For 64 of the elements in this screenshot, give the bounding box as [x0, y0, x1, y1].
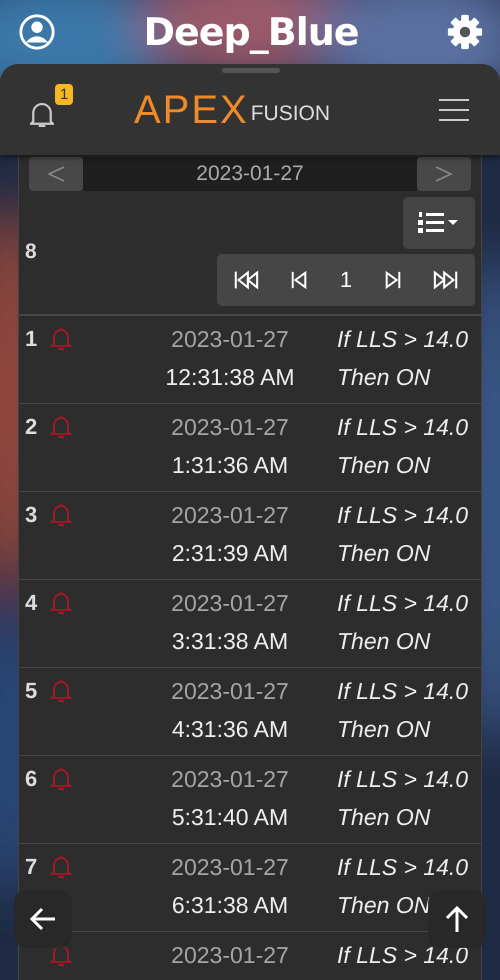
sort-dropdown-button[interactable]: [403, 197, 475, 249]
action-text: Then ON: [337, 715, 430, 744]
action-text: Then ON: [337, 451, 430, 480]
menu-icon[interactable]: [438, 98, 470, 122]
log-date: 2023-01-27: [171, 941, 289, 970]
condition-text: If LLS > 14.0: [337, 941, 468, 970]
log-date: 2023-01-27: [171, 765, 289, 794]
log-time: 12:31:38 AM: [165, 363, 295, 392]
back-button[interactable]: [14, 890, 72, 948]
bell-icon: [49, 678, 73, 704]
logo-subtext: FUSION: [250, 102, 330, 126]
page-number: 1: [340, 267, 352, 293]
log-time: 1:31:36 AM: [172, 451, 288, 480]
date-field[interactable]: 2023-01-27: [83, 157, 417, 191]
row-number: 5: [25, 677, 38, 705]
log-date: 2023-01-27: [171, 677, 289, 706]
log-time: 5:31:40 AM: [172, 803, 288, 832]
log-date: 2023-01-27: [171, 853, 289, 882]
bell-icon: [49, 854, 73, 880]
last-page-icon[interactable]: [433, 269, 460, 291]
bell-icon: [49, 414, 73, 440]
log-date: 2023-01-27: [171, 589, 289, 618]
bell-icon: [49, 502, 73, 528]
condition-text: If LLS > 14.0: [337, 677, 468, 706]
condition-text: If LLS > 14.0: [337, 325, 468, 354]
action-text: Then ON: [337, 363, 430, 392]
entry-count: 8: [25, 240, 37, 264]
next-date-button[interactable]: [417, 157, 471, 191]
first-page-icon[interactable]: [232, 269, 259, 291]
log-time: 6:31:38 AM: [172, 891, 288, 920]
previous-page-icon[interactable]: [290, 269, 308, 291]
action-text: Then ON: [337, 539, 430, 568]
log-date: 2023-01-27: [171, 501, 289, 530]
row-number: 4: [25, 589, 38, 617]
action-text: Then ON: [337, 803, 430, 832]
condition-text: If LLS > 14.0: [337, 501, 468, 530]
previous-date-button[interactable]: [29, 157, 83, 191]
next-page-icon[interactable]: [384, 269, 402, 291]
bell-icon: [49, 590, 73, 616]
row-number: 6: [25, 765, 38, 793]
app-title: Deep_Blue: [143, 10, 359, 54]
log-date: 2023-01-27: [171, 325, 289, 354]
log-time: 2:31:39 AM: [172, 539, 288, 568]
log-date: 2023-01-27: [171, 413, 289, 442]
action-text: Then ON: [337, 627, 430, 656]
condition-text: If LLS > 14.0: [337, 765, 468, 794]
logo-text: APEX: [134, 90, 249, 130]
row-number: 7: [25, 853, 38, 881]
row-number: 3: [25, 501, 38, 529]
bell-icon[interactable]: [30, 102, 54, 126]
notification-badge: 1: [55, 84, 74, 104]
condition-text: If LLS > 14.0: [337, 413, 468, 442]
log-time: 3:31:38 AM: [172, 627, 288, 656]
account-icon[interactable]: [18, 13, 56, 51]
bell-icon: [49, 766, 73, 792]
log-time: 4:31:36 AM: [172, 715, 288, 744]
bell-icon: [49, 326, 73, 352]
row-number: 2: [25, 413, 38, 441]
action-text: Then ON: [337, 891, 430, 920]
settings-icon[interactable]: [446, 13, 484, 51]
condition-text: If LLS > 14.0: [337, 589, 468, 618]
row-number: 1: [25, 325, 38, 353]
numbered-list-icon: [417, 211, 461, 235]
condition-text: If LLS > 14.0: [337, 853, 468, 882]
